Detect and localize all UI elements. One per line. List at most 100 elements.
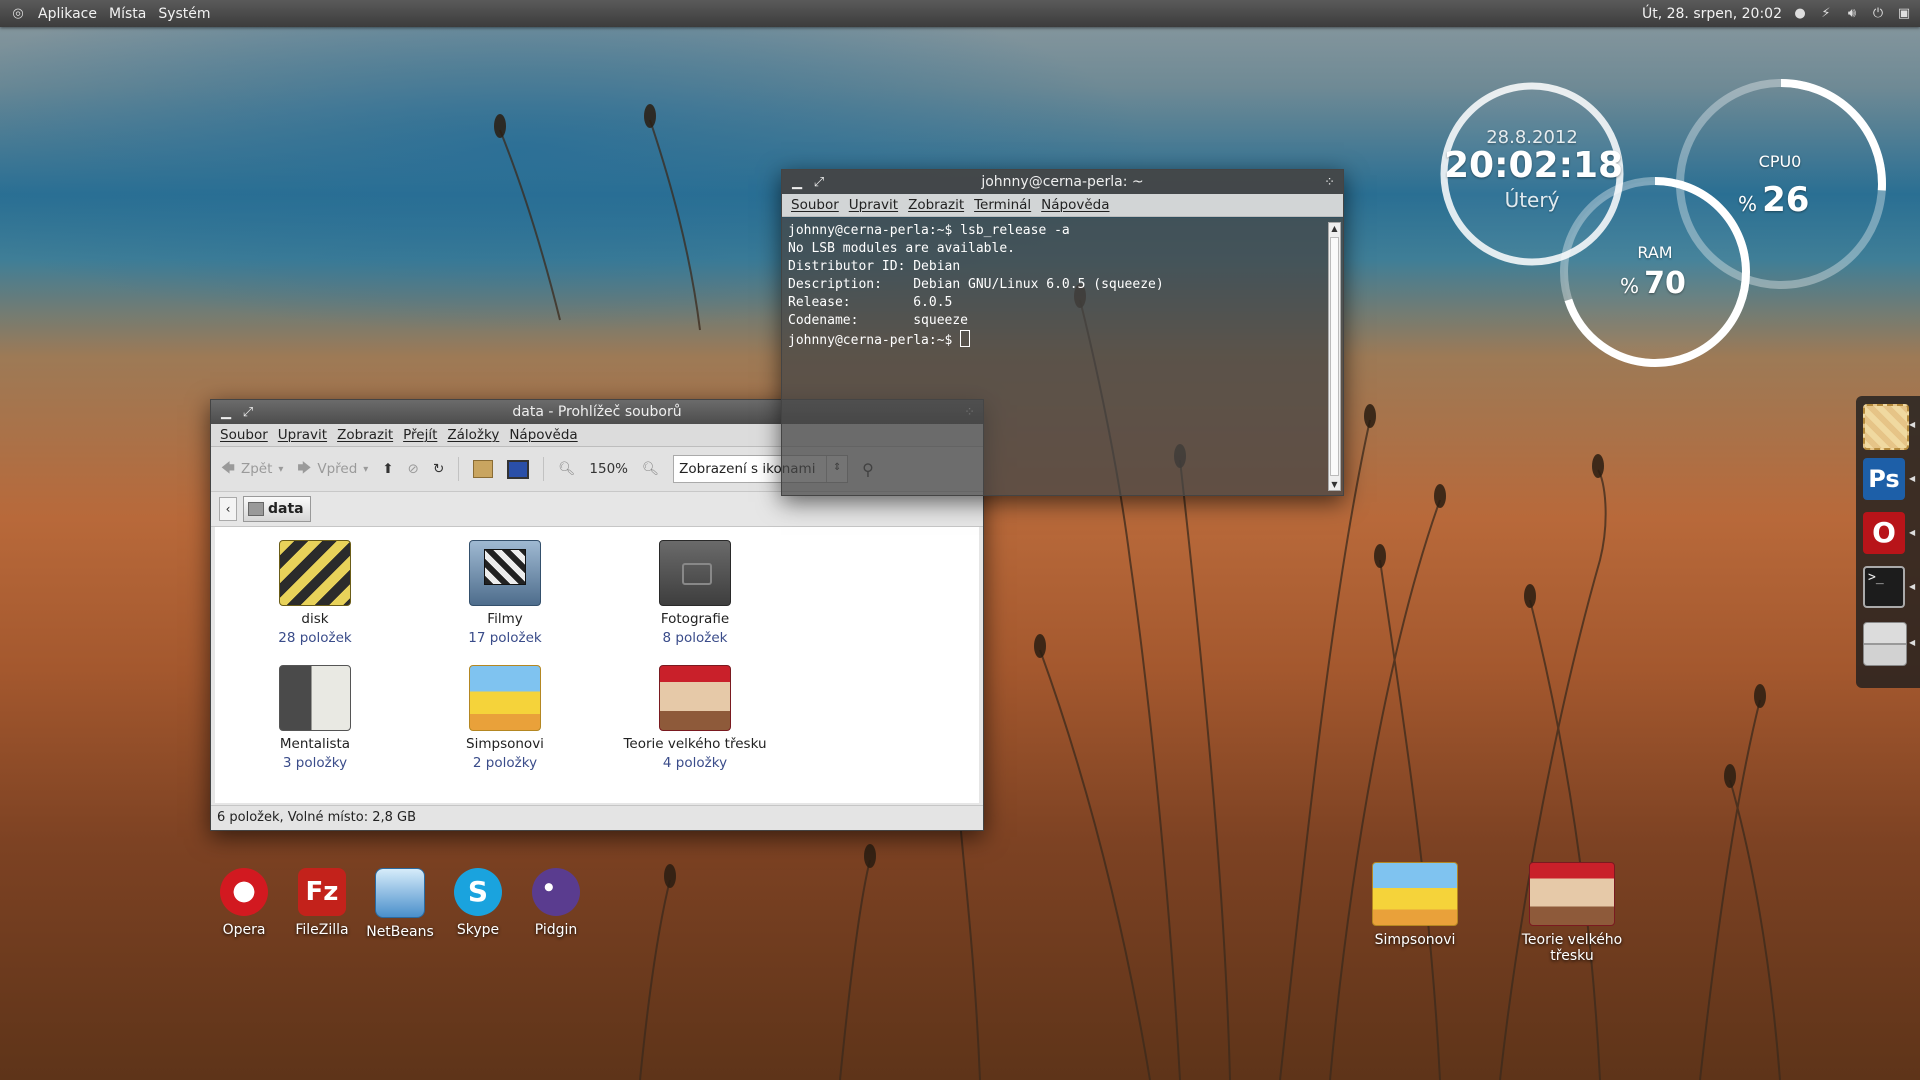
desktop-icon-pidgin[interactable]: Pidgin: [501, 868, 611, 938]
path-back-button[interactable]: ‹: [219, 497, 237, 521]
opera-icon[interactable]: O: [1863, 512, 1905, 554]
minimize-icon[interactable]: ▁: [790, 175, 804, 190]
desktop-icon-label: Teorie velkého třesku: [1521, 932, 1623, 964]
camera-icon: [682, 563, 712, 585]
item-name: Filmy: [487, 611, 523, 627]
photo-folder-icon: [659, 540, 731, 606]
folder-item-filmy[interactable]: Filmy 17 položek: [405, 540, 605, 648]
scroll-thumb[interactable]: [1330, 237, 1339, 476]
item-name: Simpsonovi: [466, 736, 544, 752]
back-button[interactable]: 🡄 Zpět ▾: [221, 458, 283, 481]
ram-label: RAM: [1637, 243, 1673, 262]
home-folder-icon: [473, 460, 494, 478]
clapperboard-icon: [484, 549, 526, 585]
minimize-icon[interactable]: ▁: [219, 405, 233, 420]
maximize-icon[interactable]: ⤢: [241, 405, 255, 420]
path-bar: ‹ data: [211, 492, 983, 527]
zoom-level[interactable]: 150%: [589, 461, 628, 477]
menu-view[interactable]: Zobrazit: [908, 197, 964, 213]
zoom-in-icon: 🔍︎: [642, 461, 660, 477]
cpu-value: 26: [1762, 180, 1810, 220]
menu-edit[interactable]: Upravit: [849, 197, 898, 213]
folder-item-mentalista[interactable]: Mentalista 3 položky: [215, 665, 415, 773]
simpsons-folder-icon: [469, 665, 541, 731]
zoom-out-button[interactable]: 🔍︎: [558, 461, 575, 477]
item-count: 28 položek: [278, 630, 352, 646]
item-count: 17 položek: [468, 630, 542, 646]
menu-bookmarks[interactable]: Záložky: [447, 427, 499, 443]
folder-item-simpsonovi[interactable]: Simpsonovi 2 položky: [405, 665, 605, 773]
video-folder-icon: [469, 540, 541, 606]
item-count: 8 položek: [662, 630, 728, 646]
up-arrow-icon: ⬆: [382, 461, 394, 477]
ram-value: 70: [1644, 266, 1686, 301]
scroll-up-icon[interactable]: ▲: [1329, 223, 1340, 234]
ram-readout: % 70: [1620, 266, 1730, 301]
file-cabinet-icon[interactable]: [1863, 622, 1907, 666]
item-count: 4 položky: [662, 755, 728, 771]
pidgin-icon: [532, 868, 580, 916]
computer-button[interactable]: [507, 459, 530, 479]
menu-file[interactable]: Soubor: [791, 197, 839, 213]
terminal-scrollbar[interactable]: ▲ ▼: [1328, 222, 1341, 491]
menu-edit[interactable]: Upravit: [278, 427, 327, 443]
cpu-readout: % 26: [1738, 180, 1848, 220]
menu-terminal[interactable]: Terminál: [974, 197, 1031, 213]
terminal-window: ▁ ⤢ johnny@cerna-perla: ~ ⁘ Soubor Uprav…: [781, 169, 1344, 496]
filezilla-icon: Fz: [298, 868, 346, 916]
item-name: disk: [301, 611, 329, 627]
reload-button[interactable]: ↻: [433, 461, 444, 477]
item-name: Fotografie: [660, 611, 730, 627]
window-menu-icon[interactable]: ⁘: [1324, 175, 1335, 190]
desktop-folder-simpsonovi[interactable]: Simpsonovi: [1360, 862, 1470, 948]
terminal-titlebar[interactable]: ▁ ⤢ johnny@cerna-perla: ~ ⁘: [782, 170, 1343, 194]
menu-file[interactable]: Soubor: [220, 427, 268, 443]
terminal-line: Distributor ID: Debian: [788, 259, 961, 274]
photoshop-icon[interactable]: Ps: [1863, 458, 1905, 500]
opera-icon: [220, 868, 268, 916]
terminal-output: johnny@cerna-perla:~$ lsb_release -a No …: [782, 218, 1343, 354]
clock-day: Úterý: [1504, 188, 1560, 212]
desktop-folder-teorie[interactable]: Teorie velkého třesku: [1512, 862, 1632, 964]
forward-button[interactable]: 🡆 Vpřed ▾: [297, 458, 368, 481]
terminal-body[interactable]: johnny@cerna-perla:~$ lsb_release -a No …: [782, 218, 1343, 495]
forward-label: Vpřed: [317, 461, 358, 477]
up-button[interactable]: ⬆: [382, 461, 393, 477]
chevron-down-icon: ▾: [278, 463, 284, 475]
menu-view[interactable]: Zobrazit: [337, 427, 393, 443]
back-arrow-icon: 🡄: [221, 459, 235, 476]
folder-item-fotografie[interactable]: Fotografie 8 položek: [595, 540, 795, 648]
dock-arrow-icon: ◀: [1909, 638, 1916, 647]
toolbar-separator: [543, 457, 545, 481]
folder-item-disk[interactable]: disk 28 položek: [215, 540, 415, 648]
mentalist-folder-icon: [279, 665, 351, 731]
dock-arrow-icon: ◀: [1909, 420, 1916, 429]
skype-icon: S: [454, 868, 502, 916]
scroll-down-icon[interactable]: ▼: [1329, 479, 1340, 490]
desktop-icon-label: FileZilla: [295, 922, 349, 938]
cpu-label: CPU0: [1758, 152, 1802, 171]
home-button[interactable]: [473, 460, 494, 478]
maximize-icon[interactable]: ⤢: [812, 175, 826, 190]
breadcrumb-label: data: [268, 501, 304, 517]
drive-folder-icon: [279, 540, 351, 606]
zoom-in-button[interactable]: 🔍︎: [642, 461, 659, 477]
breadcrumb-data[interactable]: data: [243, 496, 311, 522]
toolbar-separator: [458, 457, 460, 481]
folder-item-teorie[interactable]: Teorie velkého třesku 4 položky: [595, 665, 795, 773]
menu-help[interactable]: Nápověda: [509, 427, 577, 443]
mail-stamp-icon[interactable]: [1863, 404, 1909, 450]
stop-button[interactable]: ⊘: [408, 461, 419, 477]
terminal-menubar: Soubor Upravit Zobrazit Terminál Nápověd…: [782, 194, 1343, 217]
desktop-icon-label: Skype: [456, 922, 500, 938]
reload-icon: ↻: [432, 461, 445, 477]
menu-go[interactable]: Přejít: [403, 427, 437, 443]
ram-unit: %: [1620, 274, 1640, 298]
stop-icon: ⊘: [407, 461, 419, 477]
terminal-line: Release: 6.0.5: [788, 295, 953, 310]
bigbang-folder-icon: [1529, 862, 1615, 926]
terminal-line: No LSB modules are available.: [788, 241, 1015, 256]
terminal-icon[interactable]: >_: [1863, 566, 1905, 608]
desktop-icon-label: Opera: [222, 922, 266, 938]
menu-help[interactable]: Nápověda: [1041, 197, 1109, 213]
